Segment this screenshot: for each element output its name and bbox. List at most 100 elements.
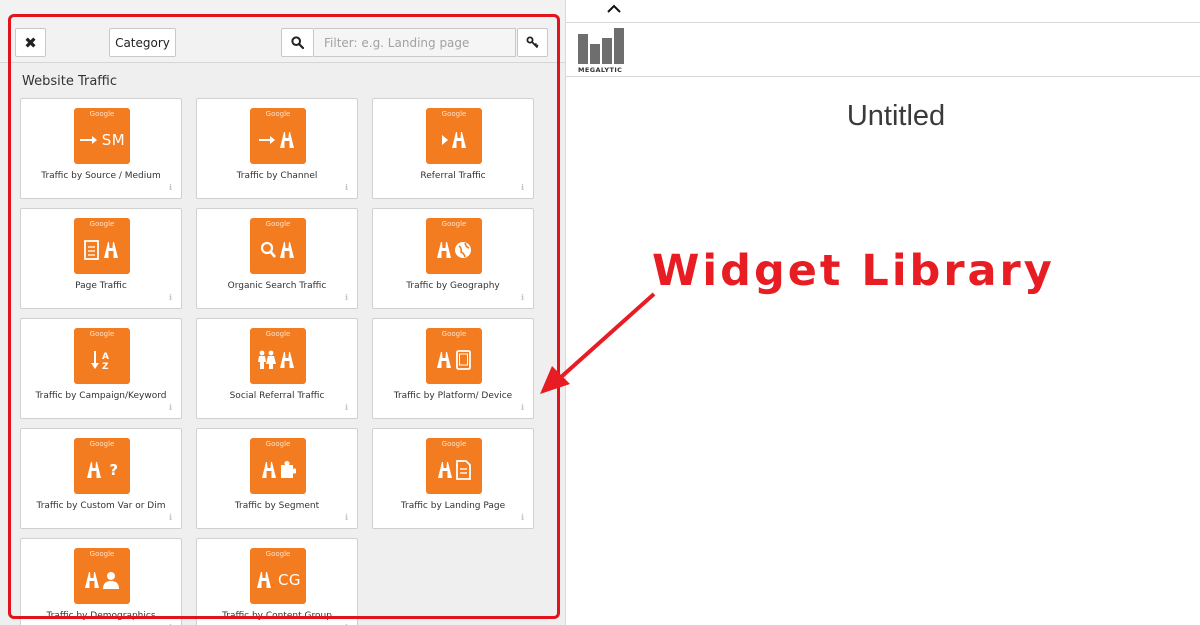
- logo-text: MEGALYTIC: [578, 66, 623, 74]
- annotation-label: Widget Library: [652, 246, 1055, 296]
- widget-label: Traffic by Custom Var or Dim: [36, 501, 166, 511]
- widget-brand: Google: [89, 110, 115, 118]
- close-button[interactable]: ✖: [15, 28, 46, 57]
- widget-label: Traffic by Content Group: [222, 611, 332, 621]
- widget-tile[interactable]: Google Traffic by Geography ℹ: [372, 208, 534, 309]
- widget-grid: Google SM Traffic by Source / Medium ℹ Googl…: [20, 98, 560, 625]
- svg-text:A: A: [102, 352, 109, 362]
- widget-glyph: ?: [74, 453, 130, 487]
- widget-tile[interactable]: Google A Z Traffic by Campaign/Keyword ℹ: [20, 318, 182, 419]
- widget-brand: Google: [265, 550, 291, 558]
- report-header: MEGALYTIC: [566, 23, 1200, 77]
- widget-tile[interactable]: Google Organic Search Traffic ℹ: [196, 208, 358, 309]
- widget-brand: Google: [265, 220, 291, 228]
- section-title: Website Traffic: [22, 74, 118, 89]
- widget-label: Traffic by Demographics: [46, 611, 156, 621]
- megalytic-logo: MEGALYTIC: [578, 28, 626, 74]
- info-icon[interactable]: ℹ: [169, 403, 172, 412]
- road-puzzle-icon: Google: [250, 438, 306, 494]
- widget-tile[interactable]: Google Traffic by Landing Page ℹ: [372, 428, 534, 529]
- widget-tile[interactable]: Google Page Traffic ℹ: [20, 208, 182, 309]
- info-icon[interactable]: ℹ: [169, 513, 172, 522]
- widget-glyph: [250, 343, 306, 377]
- widget-glyph: AZ: [74, 343, 130, 377]
- widget-brand: Google: [441, 110, 467, 118]
- info-icon[interactable]: ℹ: [169, 293, 172, 302]
- info-icon[interactable]: ℹ: [521, 513, 524, 522]
- widget-label: Traffic by Platform/ Device: [393, 391, 513, 401]
- widget-label: Page Traffic: [75, 281, 127, 291]
- annotation-arrow-icon: [540, 292, 656, 394]
- info-icon[interactable]: ℹ: [345, 403, 348, 412]
- widget-brand: Google: [265, 110, 291, 118]
- widget-brand: Google: [89, 550, 115, 558]
- info-icon[interactable]: ℹ: [521, 293, 524, 302]
- widget-tile[interactable]: Google Traffic by Channel ℹ: [196, 98, 358, 199]
- info-icon[interactable]: ℹ: [521, 403, 524, 412]
- widget-glyph: CG: [250, 563, 306, 597]
- road-question-icon: Google?: [74, 438, 130, 494]
- widget-glyph: [250, 233, 306, 267]
- road-person-icon: Google: [74, 548, 130, 604]
- widget-tile[interactable]: Google? Traffic by Custom Var or Dim ℹ: [20, 428, 182, 529]
- widget-glyph: [426, 343, 482, 377]
- widget-brand: Google: [265, 440, 291, 448]
- widget-tile[interactable]: GoogleTraffic by Demographicsℹ: [20, 538, 182, 625]
- widget-label: Traffic by Campaign/Keyword: [35, 391, 167, 401]
- widget-glyph: [74, 563, 130, 597]
- logo-bars-icon: [578, 28, 624, 64]
- filter-input[interactable]: [314, 28, 516, 57]
- report-title[interactable]: Untitled: [566, 100, 1200, 133]
- search-road-icon: Google: [250, 218, 306, 274]
- info-icon[interactable]: ℹ: [345, 183, 348, 192]
- category-label: Category: [115, 35, 170, 50]
- widget-brand: Google: [89, 220, 115, 228]
- info-icon[interactable]: ℹ: [521, 183, 524, 192]
- info-icon[interactable]: ℹ: [169, 183, 172, 192]
- widget-label: Social Referral Traffic: [229, 391, 325, 401]
- search-button[interactable]: [281, 28, 314, 57]
- widget-tile[interactable]: Google Traffic by Platform/ Device ℹ: [372, 318, 534, 419]
- widget-brand: Google: [441, 220, 467, 228]
- widget-glyph: [250, 453, 306, 487]
- widget-library-panel: ✖ Category Website Traffic Google SM Traff…: [0, 0, 566, 625]
- widget-glyph: [426, 233, 482, 267]
- dashboard-editor: MEGALYTIC Untitled: [566, 0, 1200, 625]
- widget-label: Traffic by Source / Medium: [41, 171, 161, 181]
- magnifier-icon: [291, 36, 304, 49]
- widget-label: Traffic by Segment: [234, 501, 320, 511]
- widget-tile[interactable]: Google Referral Traffic ℹ: [372, 98, 534, 199]
- referral-road-icon: Google: [426, 108, 482, 164]
- arrow-road-icon: Google: [250, 108, 306, 164]
- widget-label: Organic Search Traffic: [227, 281, 327, 291]
- page-road-icon: Google: [74, 218, 130, 274]
- category-button[interactable]: Category: [109, 28, 176, 57]
- people-road-icon: Google: [250, 328, 306, 384]
- widget-tile[interactable]: GoogleCGTraffic by Content Groupℹ: [196, 538, 358, 625]
- widget-label: Traffic by Geography: [406, 281, 500, 291]
- widget-label: Traffic by Channel: [236, 171, 318, 181]
- widget-tile[interactable]: Google Social Referral Traffic ℹ: [196, 318, 358, 419]
- widget-tile[interactable]: Google SM Traffic by Source / Medium ℹ: [20, 98, 182, 199]
- widget-brand: Google: [265, 330, 291, 338]
- road-tablet-icon: Google: [426, 328, 482, 384]
- widget-label: Referral Traffic: [420, 171, 486, 181]
- info-icon[interactable]: ℹ: [345, 513, 348, 522]
- widget-glyph: [74, 233, 130, 267]
- svg-text:Z: Z: [102, 362, 109, 370]
- widget-tile[interactable]: Google Traffic by Segment ℹ: [196, 428, 358, 529]
- widget-glyph: [426, 123, 482, 157]
- collapse-button[interactable]: [606, 0, 622, 13]
- widget-glyph: [426, 453, 482, 487]
- widget-brand: Google: [441, 440, 467, 448]
- widget-glyph: [250, 123, 306, 157]
- key-button[interactable]: [517, 28, 548, 57]
- library-toolbar: ✖ Category: [0, 0, 565, 63]
- info-icon[interactable]: ℹ: [345, 293, 348, 302]
- chevron-up-icon: [607, 4, 621, 13]
- close-x-icon: ✖: [24, 33, 37, 52]
- widget-glyph: SM: [74, 123, 130, 157]
- widget-brand: Google: [89, 440, 115, 448]
- widget-brand: Google: [89, 330, 115, 338]
- road-cg-icon: Google CG: [250, 548, 306, 604]
